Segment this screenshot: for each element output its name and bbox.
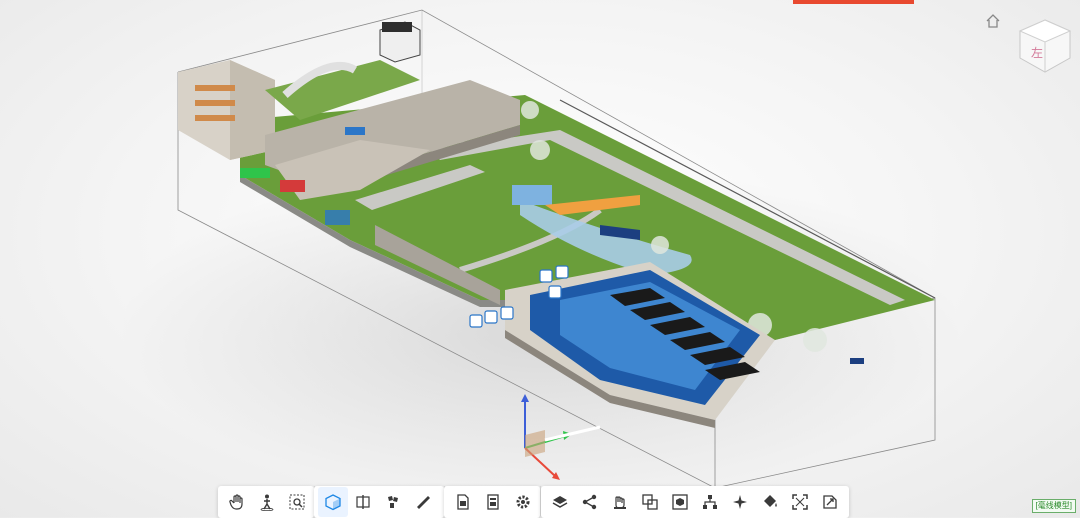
pick-tool-button[interactable] [605,487,635,517]
hand-pick-icon [614,496,626,509]
fullscreen-icon [792,494,808,510]
small-tower [379,21,421,63]
properties-doc-icon [457,494,469,510]
walk-tool-button[interactable] [252,487,282,517]
zoom-box-tool-button[interactable] [282,487,312,517]
data-panel-icon [487,494,499,510]
zoom-box-icon [289,494,305,510]
model-tree-tool-button[interactable] [695,487,725,517]
section-box-icon [325,494,341,511]
settings-gear-icon [516,495,530,509]
overlap-tool-button[interactable] [635,487,665,517]
hand-pan-icon [229,494,243,510]
measure-tool-button[interactable] [408,487,438,517]
measure-ruler-icon [417,496,430,509]
snapshot-icon [823,495,837,509]
office-building [178,60,275,160]
model-type-label: [毫线模型] [1031,499,1076,513]
layers-icon [552,496,568,508]
layers-tool-button[interactable] [545,487,575,517]
fullscreen-tool-button[interactable] [785,487,815,517]
explode-icon [388,496,398,508]
overlap-icon [642,494,658,510]
pan-tool-button[interactable] [222,487,252,517]
paint-bucket-icon [764,495,777,507]
toolbar-info-group [444,486,540,518]
settings-tool-button[interactable] [508,487,538,517]
tree-icon [703,495,717,509]
properties-tool-button[interactable] [448,487,478,517]
sparkle-icon [733,495,747,509]
snapshot-tool-button[interactable] [815,487,845,517]
toolbar-navigation-group [218,486,314,518]
section-plane-icon [356,495,370,509]
explode-tool-button[interactable] [378,487,408,517]
person-walk-icon [260,494,274,511]
data-panel-tool-button[interactable] [478,487,508,517]
toolbar-model-group [541,486,849,518]
section-box-tool-button[interactable] [318,487,348,517]
bim-3d-scene[interactable] [0,0,1080,517]
share-icon [582,494,597,510]
isolate-icon [672,494,688,510]
effects-tool-button[interactable] [725,487,755,517]
isolate-tool-button[interactable] [665,487,695,517]
share-tool-button[interactable] [575,487,605,517]
paint-tool-button[interactable] [755,487,785,517]
section-plane-tool-button[interactable] [348,487,378,517]
toolbar-section-group [314,486,444,518]
